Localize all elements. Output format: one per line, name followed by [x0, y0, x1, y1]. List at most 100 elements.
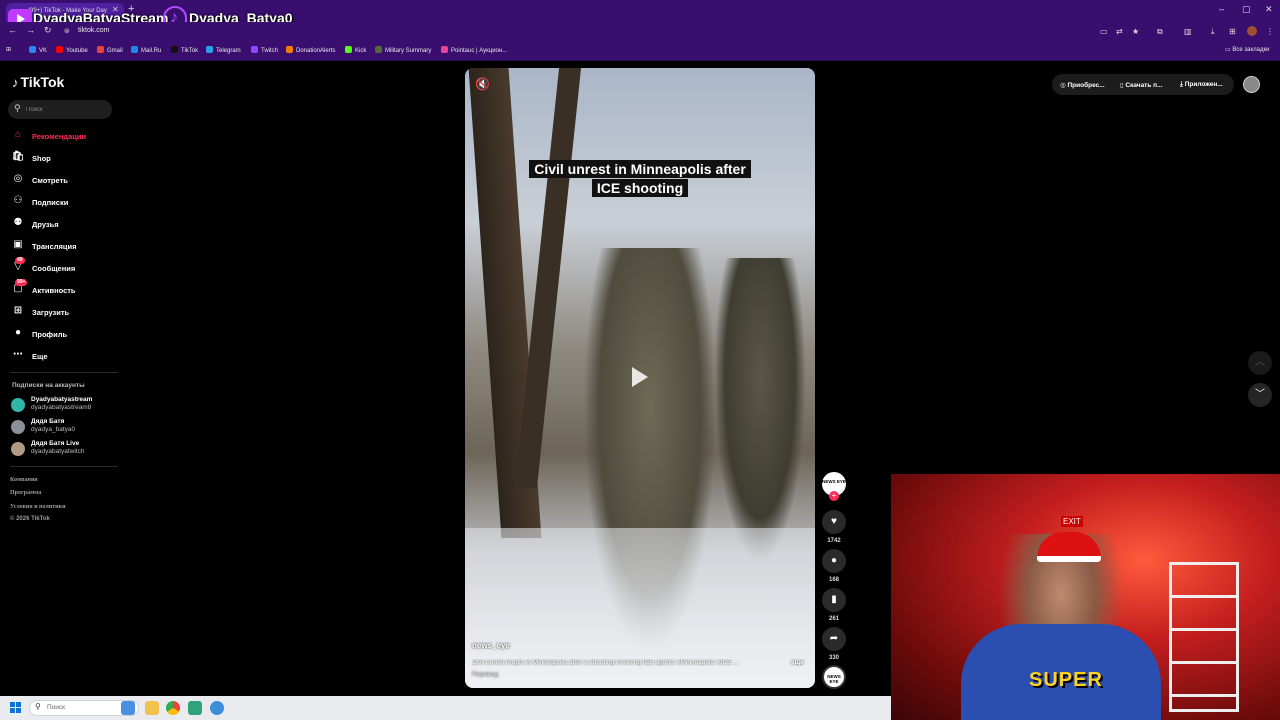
file-explorer-icon[interactable] [145, 701, 159, 715]
nav-recommendations[interactable]: ⌂ Рекомендации [11, 129, 121, 145]
twitch-icon [251, 46, 258, 53]
bookmark-mailru[interactable]: Mail.Ru [131, 46, 161, 54]
bookmark-pointauc[interactable]: Pointauc | Аукцион... [441, 46, 507, 54]
webcam-overlay: EXIT SUPER [891, 474, 1280, 720]
activity-badge: 99+ [15, 279, 28, 286]
share-button[interactable]: ➦ [822, 627, 846, 651]
bookmark-tiktok[interactable]: TikTok [171, 46, 198, 54]
bookmark-youtube[interactable]: Youtube [56, 46, 88, 54]
following-accounts-title: Подписки на аккаунты [12, 382, 85, 389]
nav-messages[interactable]: ▽ 49 Сообщения [11, 257, 121, 277]
chevron-down-icon: ﹀ [1255, 389, 1265, 400]
more-icon: ⋯ [13, 349, 23, 360]
app-button[interactable]: ⤓ Приложен... [1174, 75, 1229, 94]
translate-icon[interactable]: ⇄ [1116, 27, 1123, 36]
bookmark-icon: ▮ [831, 594, 837, 605]
tiktok-icon [171, 46, 178, 53]
cast-icon[interactable]: ▭ [1100, 27, 1108, 36]
nav-more[interactable]: ⋯ Еще [11, 349, 121, 365]
forward-icon[interactable]: → [26, 25, 35, 35]
next-video-button[interactable]: ﹀ [1248, 383, 1272, 407]
mailru-icon [131, 46, 138, 53]
extensions-icon[interactable]: ⧉ [1157, 27, 1163, 37]
nav-explore[interactable]: ◎ Смотреть [11, 173, 121, 189]
site-info-icon[interactable]: ⊜ [64, 27, 70, 35]
avatar [11, 442, 25, 456]
apps-grid-icon[interactable]: ⊞ [6, 46, 11, 53]
footer-program[interactable]: Программа [10, 490, 41, 496]
play-icon[interactable] [626, 364, 652, 390]
footer-company[interactable]: Компания [10, 477, 38, 483]
nav-live[interactable]: ▣ Трансляция [11, 239, 121, 255]
widget-icon[interactable] [121, 701, 135, 715]
donationalerts-icon [286, 46, 293, 53]
bookmark-telegram[interactable]: Telegram [206, 46, 241, 54]
pointauc-icon [441, 46, 448, 53]
all-bookmarks[interactable]: ▭ Все закладки [1225, 46, 1269, 53]
avatar [11, 420, 25, 434]
windows-start-icon[interactable] [10, 702, 22, 714]
video-caption-line2: ICE shooting [591, 179, 689, 197]
video-player[interactable]: Civil unrest in Minneapolis after ICE sh… [465, 68, 815, 688]
back-icon[interactable]: ← [8, 25, 17, 35]
like-button[interactable]: ♥ [822, 510, 846, 534]
close-window-icon[interactable]: ✕ [1265, 4, 1273, 15]
kick-icon [345, 46, 352, 53]
comment-button[interactable]: ● [822, 549, 846, 573]
following-account-1[interactable]: Dyadyabatyastream dyadyabatyastream8 [11, 396, 121, 416]
tab-search-icon[interactable]: ⊞ [1229, 27, 1236, 36]
sidebar-divider [10, 466, 118, 467]
minimize-icon[interactable]: – [1219, 4, 1224, 14]
gmail-icon [97, 46, 104, 53]
bookmark-gmail[interactable]: Gmail [97, 46, 123, 54]
bookmark-donationalerts[interactable]: DonationAlerts [286, 46, 335, 54]
shelf [1169, 562, 1239, 712]
nav-friends[interactable]: ⚉ Друзья [11, 217, 121, 233]
app-icon[interactable] [188, 701, 202, 715]
app-icon[interactable] [210, 701, 224, 715]
follow-plus-icon[interactable]: + [829, 491, 839, 501]
following-icon: ⚇ [13, 195, 23, 206]
nav-following[interactable]: ⚇ Подписки [11, 195, 121, 211]
chrome-icon[interactable] [166, 701, 180, 715]
sidebar-divider [10, 372, 118, 373]
following-account-3[interactable]: Дядя Батя Live dyadyabatyatwitch [11, 440, 121, 460]
video-description: Civil unrest erupts in Minneapolis after… [472, 659, 739, 666]
url-field[interactable]: tiktok.com [78, 27, 110, 34]
comment-icon: ● [830, 555, 838, 566]
bookmark-kick[interactable]: Kick [345, 46, 366, 54]
music-disc[interactable]: NEWS EYE [822, 665, 846, 689]
bookmark-vk[interactable]: VK [29, 46, 47, 54]
tiktok-logo[interactable]: ♪ TikTok [12, 74, 64, 90]
bookmark-star-icon[interactable]: ★ [1132, 27, 1139, 36]
sidepanel-icon[interactable]: ▥ [1184, 27, 1192, 36]
tiktok-note-icon: ♪ [12, 75, 19, 90]
browser-menu-icon[interactable]: ⋮ [1266, 27, 1274, 36]
search-icon: ⚲ [35, 702, 41, 711]
translate-link[interactable]: Перевод [472, 671, 498, 678]
bookmark-military-summary[interactable]: Military Summary [375, 46, 431, 54]
messages-badge: 49 [15, 257, 25, 264]
get-coins-button[interactable]: ◎ Приобрес... [1054, 75, 1111, 94]
nav-profile[interactable]: ● Профиль [11, 327, 121, 343]
live-icon: ▣ [13, 239, 23, 250]
search-input[interactable] [26, 103, 106, 116]
nav-shop[interactable]: 🛍 Shop [11, 151, 121, 167]
military-summary-icon [375, 46, 382, 53]
reload-icon[interactable]: ↻ [44, 25, 52, 36]
bookmark-twitch[interactable]: Twitch [251, 46, 278, 54]
nav-activity[interactable]: ▢ 99+ Активность [11, 279, 121, 299]
save-button[interactable]: ▮ [822, 588, 846, 612]
previous-video-button[interactable]: ︿ [1248, 351, 1272, 375]
download-icon[interactable]: ⤓ [1211, 27, 1215, 37]
browser-profile-avatar[interactable] [1247, 26, 1257, 36]
nav-upload[interactable]: ⊞ Загрузить [11, 305, 121, 321]
maximize-icon[interactable]: ▢ [1242, 4, 1251, 15]
following-account-2[interactable]: Дядя Батя dyadya_batya0 [11, 418, 121, 438]
footer-terms[interactable]: Условия и политики [10, 504, 66, 510]
more-link[interactable]: еще [791, 659, 804, 666]
download-app-button[interactable]: ▯ Скачать п... [1114, 75, 1169, 94]
video-author[interactable]: news_eye [472, 641, 510, 650]
user-avatar[interactable] [1243, 76, 1260, 93]
mute-icon[interactable]: 🔇 [475, 77, 490, 91]
